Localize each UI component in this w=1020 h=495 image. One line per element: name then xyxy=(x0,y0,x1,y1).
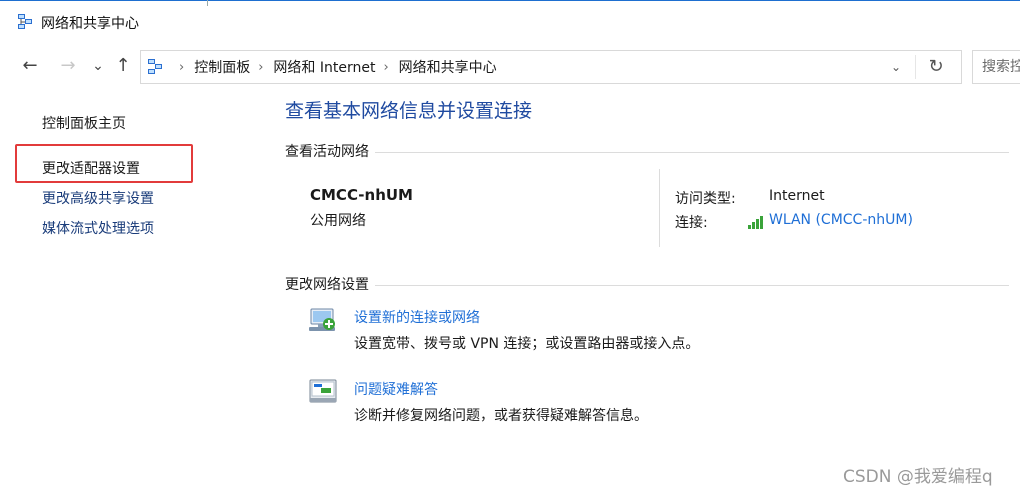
address-divider xyxy=(915,55,916,79)
troubleshoot-icon xyxy=(309,379,337,403)
connection-link[interactable]: WLAN (CMCC-nhUM) xyxy=(769,212,913,228)
title-bar: 网络和共享中心 xyxy=(0,0,1020,42)
access-type-label: 访问类型: xyxy=(675,191,736,207)
address-bar[interactable]: › 控制面板 › 网络和 Internet › 网络和共享中心 ⌄ ↻ xyxy=(140,50,962,84)
section-title-active-networks: 查看活动网络 xyxy=(285,141,375,161)
troubleshoot-description: 诊断并修复网络问题，或者获得疑难解答信息。 xyxy=(354,408,648,424)
section-divider xyxy=(285,152,1009,153)
new-connection-icon xyxy=(309,308,335,331)
breadcrumb-network-sharing-center[interactable]: 网络和共享中心 xyxy=(399,57,497,77)
sidebar-item-advanced-sharing[interactable]: 更改高级共享设置 xyxy=(42,188,154,208)
recent-locations-button[interactable]: ⌄ xyxy=(86,54,110,78)
watermark: CSDN @我爱编程q xyxy=(843,467,993,487)
breadcrumb-network-internet[interactable]: 网络和 Internet xyxy=(273,57,375,77)
page-title: 查看基本网络信息并设置连接 xyxy=(285,100,533,122)
section-divider xyxy=(285,285,1009,286)
access-type-value: Internet xyxy=(769,188,825,204)
breadcrumb-control-panel[interactable]: 控制面板 xyxy=(194,57,250,77)
refresh-button[interactable]: ↻ xyxy=(921,51,951,83)
back-button[interactable]: ← xyxy=(18,54,42,78)
sidebar-item-control-panel-home[interactable]: 控制面板主页 xyxy=(42,113,126,133)
network-name: CMCC-nhUM xyxy=(310,186,413,204)
control-panel-icon xyxy=(148,59,162,74)
network-icon xyxy=(18,14,32,29)
search-input[interactable] xyxy=(982,57,1020,77)
chevron-right-icon[interactable]: › xyxy=(179,60,184,75)
troubleshoot-link[interactable]: 问题疑难解答 xyxy=(354,379,438,399)
sidebar: 控制面板主页 更改适配器设置 更改高级共享设置 媒体流式处理选项 xyxy=(0,92,270,495)
sidebar-item-media-streaming[interactable]: 媒体流式处理选项 xyxy=(42,218,154,238)
connection-label: 连接: xyxy=(675,215,708,231)
breadcrumb: › 控制面板 › 网络和 Internet › 网络和共享中心 xyxy=(171,51,497,83)
search-box[interactable] xyxy=(972,50,1020,84)
chevron-right-icon[interactable]: › xyxy=(383,60,388,75)
forward-button[interactable]: → xyxy=(56,54,80,78)
setup-connection-description: 设置宽带、拨号或 VPN 连接；或设置路由器或接入点。 xyxy=(354,336,700,352)
chevron-right-icon[interactable]: › xyxy=(258,60,263,75)
title-bar-divider xyxy=(207,0,208,6)
section-title-change-settings: 更改网络设置 xyxy=(285,274,375,294)
window-title: 网络和共享中心 xyxy=(41,16,139,32)
navigation-bar: ← → ⌄ ↑ › 控制面板 › 网络和 Internet › 网络和共享中心 … xyxy=(0,42,1020,92)
main-content: 查看基本网络信息并设置连接 查看活动网络 CMCC-nhUM 公用网络 访问类型… xyxy=(285,92,1020,495)
network-details-divider xyxy=(659,169,660,247)
up-button[interactable]: ↑ xyxy=(111,54,135,78)
sidebar-item-change-adapter-settings[interactable]: 更改适配器设置 xyxy=(42,158,140,178)
setup-connection-link[interactable]: 设置新的连接或网络 xyxy=(354,307,480,327)
wifi-signal-icon xyxy=(748,216,763,229)
network-type: 公用网络 xyxy=(310,213,366,229)
address-dropdown-button[interactable]: ⌄ xyxy=(881,51,911,83)
